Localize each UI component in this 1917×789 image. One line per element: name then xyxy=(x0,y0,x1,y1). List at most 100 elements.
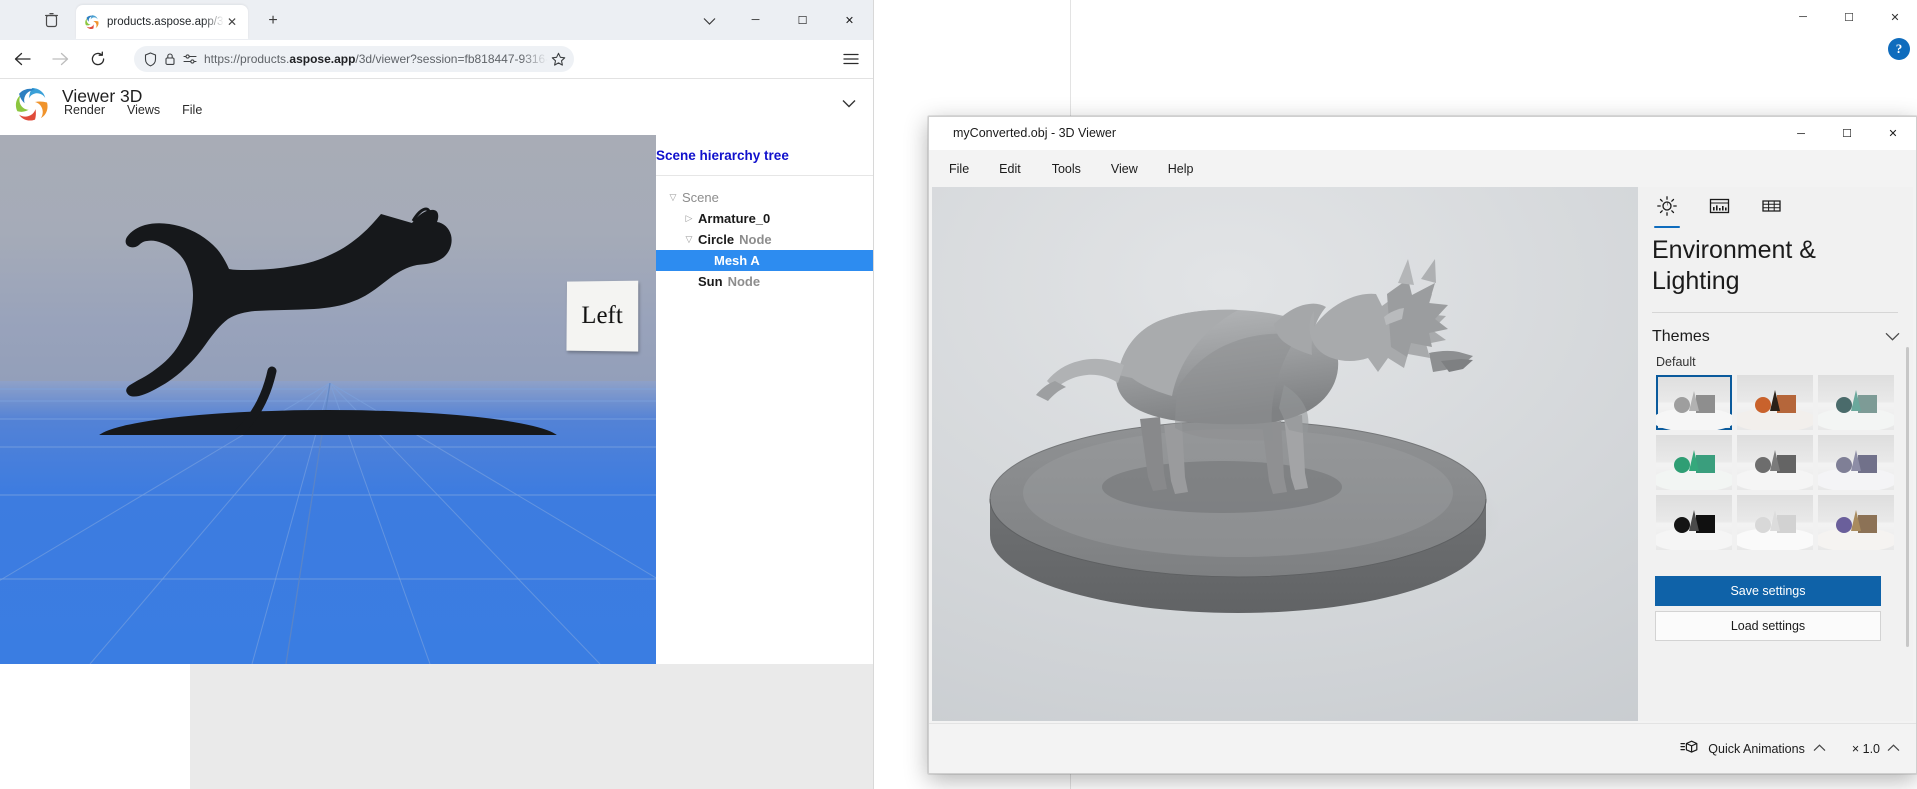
tree-item-sun[interactable]: Sun Node xyxy=(656,271,873,292)
scene-hierarchy-title: Scene hierarchy tree xyxy=(656,135,873,175)
tree-item-armature[interactable]: ▷ Armature_0 xyxy=(656,208,873,229)
3d-viewer-window-controls: ─ ☐ ✕ xyxy=(1778,117,1916,150)
tree-item-label: Scene xyxy=(682,190,719,205)
menu-item-edit[interactable]: Edit xyxy=(999,157,1021,181)
menu-item-tools[interactable]: Tools xyxy=(1052,157,1081,181)
chevron-up-icon[interactable] xyxy=(1813,743,1826,754)
aspose-menu-bar: Render Views File xyxy=(64,103,202,117)
address-bar[interactable]: https://products.aspose.app/3d/viewer?se… xyxy=(134,46,574,72)
chevron-up-icon[interactable] xyxy=(1887,743,1900,754)
forward-icon[interactable] xyxy=(44,43,76,75)
3d-viewer-maximize-button[interactable]: ☐ xyxy=(1824,117,1870,150)
aspose-logo-icon xyxy=(84,14,100,30)
load-settings-button[interactable]: Load settings xyxy=(1655,611,1881,641)
theme-swatch-teal-soft[interactable] xyxy=(1818,375,1894,430)
3d-viewer-titlebar[interactable]: myConverted.obj - 3D Viewer ─ ☐ ✕ xyxy=(929,117,1916,150)
tab-strip: products.aspose.app/3d/viewer ✕ + ─ ☐ ✕ xyxy=(0,0,873,40)
browser-minimize-button[interactable]: ─ xyxy=(732,0,779,40)
menu-item-views[interactable]: Views xyxy=(127,103,160,117)
aspose-viewer-page: Viewer 3D Render Views File Left Scene h… xyxy=(0,79,873,789)
wolf-silhouette-model xyxy=(99,207,557,435)
lock-icon xyxy=(160,49,180,69)
bg-maximize-button[interactable]: ☐ xyxy=(1826,0,1872,34)
menu-item-view[interactable]: View xyxy=(1111,157,1138,181)
themes-section-header[interactable]: Themes xyxy=(1652,321,1900,353)
scene-tree: ▽ Scene ▷ Armature_0 ▽ Circle Node Mesh … xyxy=(656,187,873,292)
theme-thumbnail-grid xyxy=(1656,375,1896,550)
reload-icon[interactable] xyxy=(82,43,114,75)
quick-animations-control[interactable]: Quick Animations xyxy=(1680,739,1826,759)
page-footer-right xyxy=(190,664,873,789)
3d-viewer-close-button[interactable]: ✕ xyxy=(1870,117,1916,150)
tab-backdrop[interactable] xyxy=(1704,193,1734,223)
background-window-titlebar: ─ ☐ ✕ xyxy=(1071,0,1917,34)
panel-scrollbar[interactable] xyxy=(1906,347,1909,647)
hierarchy-divider xyxy=(656,175,873,176)
theme-group-label: Default xyxy=(1656,355,1696,369)
browser-window-controls: ─ ☐ ✕ xyxy=(732,0,873,40)
3d-viewer-stage[interactable] xyxy=(932,187,1638,721)
tab-title: products.aspose.app/3d/viewer xyxy=(107,16,224,28)
quick-animations-label: Quick Animations xyxy=(1708,741,1805,756)
image-backdrop-icon xyxy=(1709,197,1730,220)
tab-floor-grid[interactable] xyxy=(1756,193,1786,223)
bookmark-star-icon[interactable] xyxy=(548,49,568,69)
tree-item-kind: Node xyxy=(727,274,761,289)
3d-viewer-minimize-button[interactable]: ─ xyxy=(1778,117,1824,150)
page-collapse-chevron-icon[interactable] xyxy=(838,92,860,114)
animation-cube-icon xyxy=(1680,739,1700,759)
tree-item-mesh-a[interactable]: Mesh A xyxy=(656,250,873,271)
bg-close-button[interactable]: ✕ xyxy=(1872,0,1917,34)
chevron-down-icon[interactable] xyxy=(697,9,721,33)
tree-item-circle[interactable]: ▽ Circle Node xyxy=(656,229,873,250)
tree-item-scene[interactable]: ▽ Scene xyxy=(656,187,873,208)
menu-item-file[interactable]: File xyxy=(949,157,969,181)
permissions-icon[interactable] xyxy=(180,49,200,69)
save-settings-button[interactable]: Save settings xyxy=(1655,576,1881,606)
tab-close-icon[interactable]: ✕ xyxy=(224,14,240,30)
scene-hierarchy-title-text: Scene hierarchy tree xyxy=(656,147,789,163)
menu-item-help[interactable]: Help xyxy=(1168,157,1194,181)
3d-viewer-window: myConverted.obj - 3D Viewer ─ ☐ ✕ File E… xyxy=(928,116,1917,774)
disclosure-triangle-icon[interactable]: ▽ xyxy=(680,234,698,245)
browser-tab[interactable]: products.aspose.app/3d/viewer ✕ xyxy=(76,5,248,39)
tab-actions-icon[interactable] xyxy=(38,8,64,32)
disclosure-triangle-icon[interactable]: ▽ xyxy=(664,192,682,203)
panel-heading: Environment & Lighting xyxy=(1652,236,1816,295)
theme-swatch-amber-violet[interactable] xyxy=(1818,495,1894,550)
tree-item-label: Mesh A xyxy=(714,253,760,268)
new-tab-button[interactable]: + xyxy=(262,10,284,32)
3d-viewer-menubar: File Edit Tools View Help 3D library xyxy=(929,150,1916,208)
back-icon[interactable] xyxy=(6,43,38,75)
chevron-down-icon[interactable] xyxy=(1885,328,1900,346)
view-orientation-cube[interactable]: Left xyxy=(566,280,639,352)
theme-swatch-lavender[interactable] xyxy=(1818,435,1894,490)
playback-speed-label: × 1.0 xyxy=(1851,741,1880,756)
help-icon[interactable]: ? xyxy=(1888,38,1910,60)
tree-item-label: Sun xyxy=(698,274,723,289)
browser-maximize-button[interactable]: ☐ xyxy=(779,0,826,40)
grid-floor-icon xyxy=(1761,197,1782,220)
disclosure-triangle-icon[interactable]: ▷ xyxy=(680,213,698,224)
theme-swatch-sunset-orange[interactable] xyxy=(1737,375,1813,430)
menu-item-render[interactable]: Render xyxy=(64,103,105,117)
3d-viewer-status-bar: Quick Animations × 1.0 xyxy=(929,723,1916,773)
browser-close-button[interactable]: ✕ xyxy=(826,0,873,40)
3d-viewport[interactable]: Left xyxy=(0,135,656,664)
screen: ─ ☐ ✕ ? products.aspose.app/3 ✕ + ─ ☐ ✕ … xyxy=(0,0,1917,789)
theme-swatch-paper-white[interactable] xyxy=(1737,495,1813,550)
theme-swatch-night-black[interactable] xyxy=(1656,495,1732,550)
themes-label: Themes xyxy=(1652,328,1710,345)
page-footer-left xyxy=(0,664,190,789)
theme-swatch-emerald[interactable] xyxy=(1656,435,1732,490)
theme-swatch-graphite[interactable] xyxy=(1737,435,1813,490)
theme-swatch-default-gray[interactable] xyxy=(1656,375,1732,430)
menu-item-file[interactable]: File xyxy=(182,103,202,117)
browser-settings-menu-icon[interactable] xyxy=(838,46,864,72)
tree-item-label: Circle xyxy=(698,232,735,247)
tab-lighting[interactable] xyxy=(1652,193,1682,228)
address-text: https://products.aspose.app/3d/viewer?se… xyxy=(204,52,548,66)
bg-minimize-button[interactable]: ─ xyxy=(1780,0,1826,34)
wolf-3d-model xyxy=(989,259,1502,613)
playback-speed-control[interactable]: × 1.0 xyxy=(1852,742,1900,756)
